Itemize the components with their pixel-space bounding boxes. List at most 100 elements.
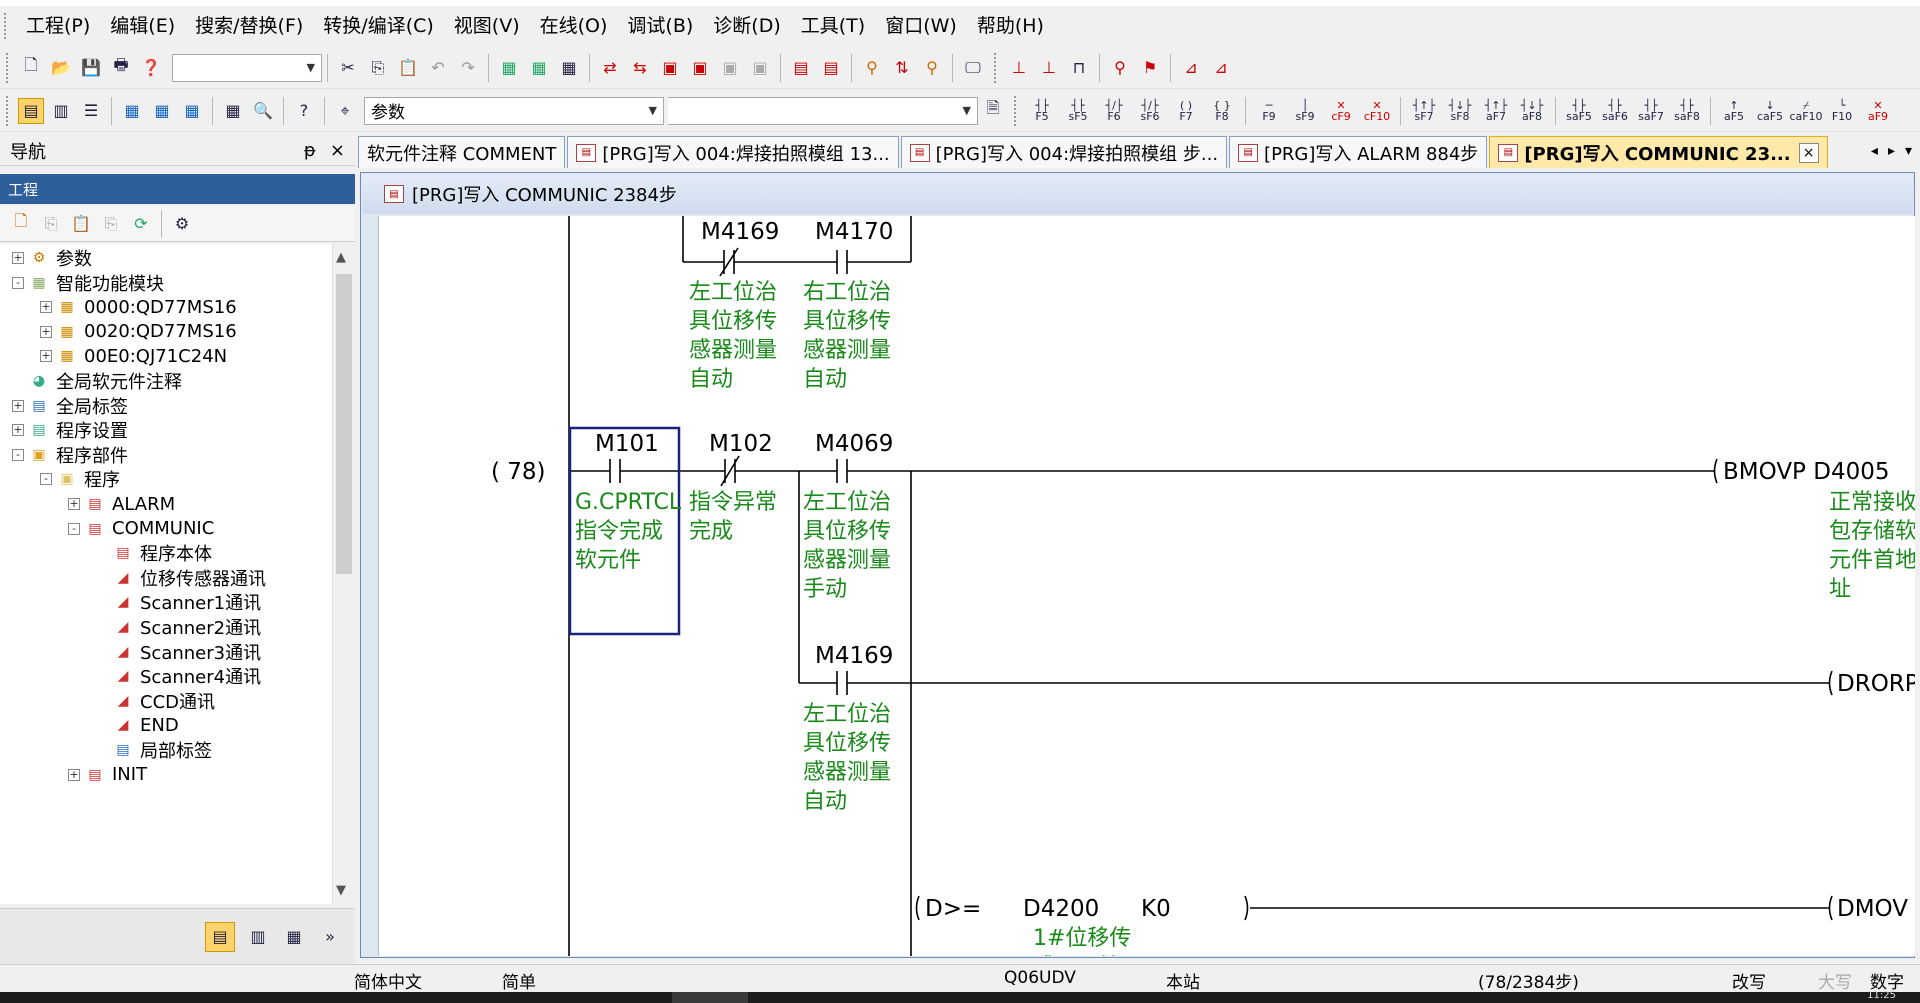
save-icon[interactable]: 💾 [78,55,104,81]
display-icon[interactable]: 🖵 [960,55,986,81]
print-icon[interactable]: 🖶 [108,55,134,81]
list-view-icon[interactable]: ☰ [78,98,104,124]
help-icon[interactable]: ❓ [138,55,164,81]
monitor-start-icon[interactable]: ⇆ [627,55,653,81]
more-chevron-icon[interactable]: » [317,924,343,950]
ladder-canvas[interactable]: M4169 M4170 左工位治 具位移传 感器测量 自动 右工位治 具位移传 … [378,216,1915,956]
menu-window[interactable]: 窗口(W) [875,6,967,46]
tab-close-icon[interactable]: × [1798,142,1819,163]
contact-or-sf5-icon[interactable]: ┤├ sF5 [1062,98,1094,124]
question-icon[interactable]: ? [291,98,317,124]
expand-icon[interactable]: + [12,424,24,437]
redo-icon[interactable]: ↷ [455,55,481,81]
monitor-icon[interactable]: ⇄ [597,55,623,81]
tab-list-menu-icon[interactable]: ▾ [1905,143,1912,159]
dev-symbol-icon[interactable]: ▦ [179,98,205,124]
expand-icon[interactable]: + [68,498,80,510]
toolbar-grip[interactable] [6,95,16,126]
pin-icon[interactable]: ᵽ [304,140,316,161]
device-m4169-branch[interactable]: M4169 [815,643,893,669]
menu-view[interactable]: 视图(V) [444,6,530,46]
refresh-icon[interactable]: ⟳ [128,211,154,237]
ladder-insert-icon[interactable]: ⊥ [1036,55,1062,81]
compare-operand-k0[interactable]: K0 [1141,896,1171,922]
undo-icon[interactable]: ↶ [425,55,451,81]
property-icon[interactable]: ⚙ [169,211,195,237]
pulse-saf8-icon[interactable]: ┤├ saF8 [1671,98,1703,124]
new-data-icon[interactable]: 🗋 [8,211,34,237]
device-m4069[interactable]: M4069 [815,431,893,457]
menu-diagnostics[interactable]: 诊断(D) [703,6,790,46]
expand-icon[interactable]: + [68,768,80,781]
tab-weld-camera-2[interactable]: ▤ [PRG]写入 004:焊接拍照模组 步... [900,136,1228,168]
compare-operator[interactable]: D>= [925,896,981,922]
pulse-fall-or-af8-icon[interactable]: ┤↓├ aF8 [1516,98,1548,124]
toolbar-grip[interactable] [994,52,1004,83]
dev-label-icon[interactable]: ▦ [149,98,175,124]
find-device-icon[interactable]: ⚲ [1107,55,1133,81]
dev-comment-icon[interactable]: ▦ [119,98,145,124]
taskbar-highlight[interactable] [672,992,748,1003]
ladder-edit-icon[interactable]: ⊥ [1006,55,1032,81]
dev-display-icon[interactable]: ▦ [220,98,246,124]
collapse-icon[interactable]: - [12,276,24,289]
scroll-down-icon[interactable]: ▼ [336,883,346,898]
expand-icon[interactable]: + [40,301,52,314]
delete-af9-icon[interactable]: ✕ aF9 [1862,98,1894,124]
menu-project[interactable]: 工程(P) [16,6,100,46]
copy-data-icon[interactable]: ⎘ [38,211,64,237]
instruction-dmov[interactable]: DMOV [1837,896,1908,922]
contact-no-f5-icon[interactable]: ┤├ F5 [1026,98,1058,124]
module-view-icon[interactable]: ▥ [48,98,74,124]
menu-debug[interactable]: 调试(B) [617,6,703,46]
hline-f9-icon[interactable]: ─ F9 [1253,98,1285,124]
open-folder-icon[interactable]: 📂 [48,55,74,81]
pulse-saf5-icon[interactable]: ┤├ saF5 [1563,98,1595,124]
toolbar-dropdown-1[interactable]: ▼ [172,53,322,82]
coil-f7-icon[interactable]: ( ) F7 [1170,98,1202,124]
collapse-icon[interactable]: - [68,522,80,535]
param-check-icon[interactable]: ⊿ [1178,55,1204,81]
del-vline-cf10-icon[interactable]: ✕ cF10 [1361,98,1393,124]
tab-scroll-right-icon[interactable]: ▸ [1888,143,1895,159]
tree-scrollbar[interactable]: ▲ ▼ [332,244,354,904]
menubar-grip[interactable] [4,13,16,39]
toolbar-grip[interactable] [1014,95,1024,126]
paste-data-icon[interactable]: 📋 [68,211,94,237]
search-text-dropdown[interactable]: ▼ [668,96,978,125]
find-icon[interactable]: ⚲ [859,55,885,81]
connection-icon[interactable]: ▦ [281,924,307,950]
copy-icon[interactable]: ⎘ [365,55,391,81]
vline-sf9-icon[interactable]: │ sF9 [1289,98,1321,124]
menu-help[interactable]: 帮助(H) [967,6,1054,46]
close-icon[interactable]: × [330,140,345,161]
collapse-icon[interactable]: - [12,448,24,461]
tab-alarm[interactable]: ▤ [PRG]写入 ALARM 884步 [1229,136,1488,168]
project-tab-icon[interactable]: ▤ [205,921,235,952]
device-batch-icon[interactable]: ▣ [717,55,743,81]
pulse-rise-or-af7-icon[interactable]: ┤↑├ aF7 [1480,98,1512,124]
cross-ref-icon[interactable]: ⚑ [1137,55,1163,81]
expand-icon[interactable]: + [12,252,24,264]
device-test-icon[interactable]: ▣ [687,55,713,81]
tab-scroll-left-icon[interactable]: ◂ [1871,143,1878,159]
read-plc-icon[interactable]: ▦ [496,55,522,81]
expand-icon[interactable]: + [12,399,24,412]
device-m4170[interactable]: M4170 [815,219,893,245]
tree-item[interactable]: + ▤ INIT [68,761,147,789]
invert-caf10-icon[interactable]: ⌿ caF10 [1789,98,1822,124]
menu-convert-compile[interactable]: 转换/编译(C) [313,6,444,46]
line-f10-icon[interactable]: └ F10 [1826,98,1858,124]
delete-data-icon[interactable]: ⎘ [98,211,124,237]
dev-write-icon[interactable]: ▤ [818,55,844,81]
pulse-rise-sf7-icon[interactable]: ┤↑├ sF7 [1408,98,1440,124]
monitor-stop-icon[interactable]: ▣ [657,55,683,81]
paste-icon[interactable]: 📋 [395,55,421,81]
user-library-icon[interactable]: ▥ [245,924,271,950]
device-list-icon[interactable]: ▣ [747,55,773,81]
write-plc-icon[interactable]: ▦ [526,55,552,81]
project-view-icon[interactable]: ▤ [18,97,44,124]
tab-communic[interactable]: ▤ [PRG]写入 COMMUNIC 23... × [1489,136,1828,168]
pulse-fall-sf8-icon[interactable]: ┤↓├ sF8 [1444,98,1476,124]
menu-tools[interactable]: 工具(T) [791,6,875,46]
